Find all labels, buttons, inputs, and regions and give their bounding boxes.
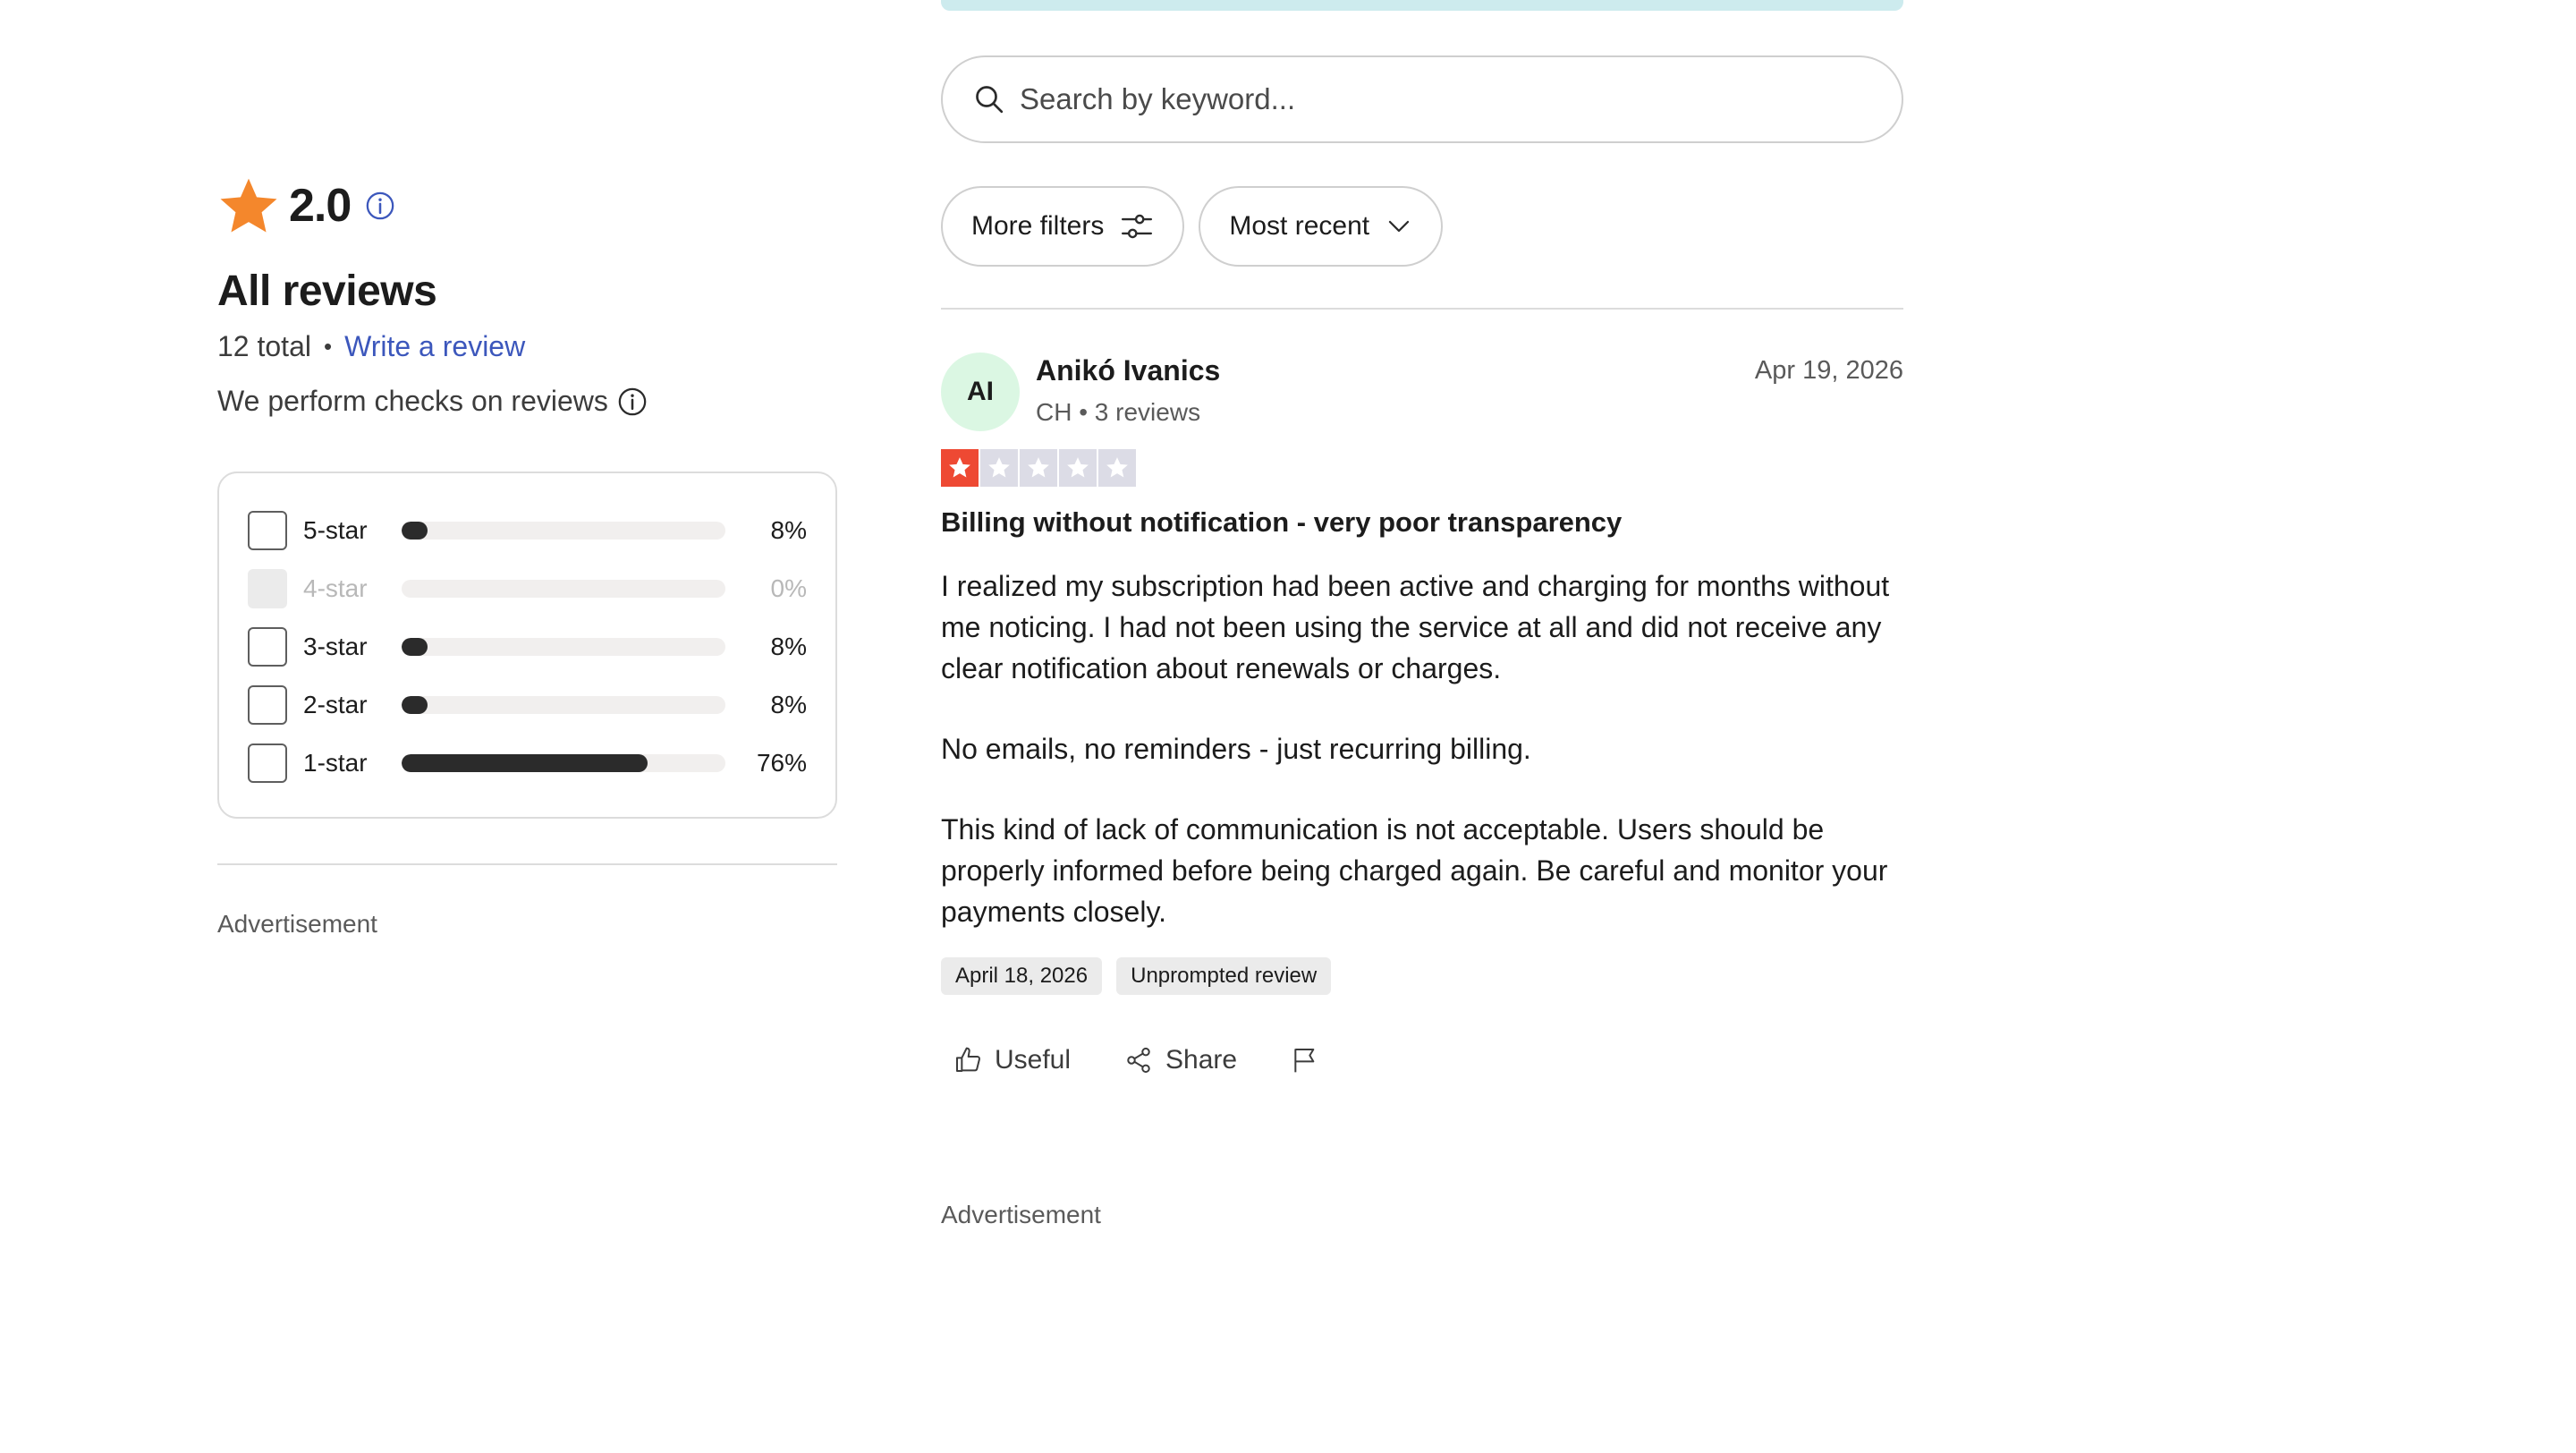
avatar[interactable]: AI [941, 353, 1020, 431]
unprompted-review-tag[interactable]: Unprompted review [1116, 957, 1332, 995]
overall-rating: 2.0 [217, 170, 839, 242]
sort-label: Most recent [1229, 211, 1370, 241]
star-box [941, 449, 979, 487]
divider [941, 308, 1903, 310]
share-label: Share [1165, 1045, 1238, 1075]
progress-bar [402, 696, 725, 714]
star-box [1098, 449, 1136, 487]
star-box [980, 449, 1018, 487]
rating-value: 2.0 [289, 180, 352, 232]
top-banner-strip [941, 0, 1903, 11]
review-title[interactable]: Billing without notification - very poor… [941, 506, 1903, 539]
review-tags: April 18, 2026 Unprompted review [941, 957, 1903, 995]
divider [217, 863, 837, 865]
reviews-list-panel: More filters Most recent AI [941, 55, 1903, 1229]
more-filters-label: More filters [971, 211, 1105, 241]
star-rating [941, 449, 1903, 487]
search-input[interactable] [1018, 81, 1826, 117]
review-date: Apr 19, 2026 [1754, 356, 1903, 385]
author-info: Anikó Ivanics CH • 3 reviews [1036, 353, 1220, 427]
search-bar[interactable] [941, 55, 1903, 143]
progress-fill [402, 522, 428, 540]
star-label: 1-star [303, 749, 368, 777]
progress-bar [402, 754, 725, 772]
star-icon [217, 174, 280, 237]
star-icon [949, 457, 970, 478]
page-title: All reviews [217, 268, 437, 315]
reviews-summary-panel: 2.0 All reviews 12 total • Write a revie… [217, 170, 839, 939]
star-icon [988, 457, 1010, 478]
review-actions: Useful Share [941, 1045, 1903, 1075]
write-review-link[interactable]: Write a review [344, 330, 525, 363]
star-box [1059, 449, 1097, 487]
percent-label: 8% [770, 691, 807, 718]
star-filter-3[interactable]: 3-star 8% [248, 625, 807, 668]
review-paragraph: No emails, no reminders - just recurring… [941, 733, 1531, 765]
percent-label: 8% [770, 633, 807, 660]
progress-fill [402, 638, 428, 656]
review-card: AI Anikó Ivanics CH • 3 reviews Apr 19, … [941, 353, 1903, 1075]
flag-icon [1291, 1046, 1319, 1075]
progress-fill [402, 696, 428, 714]
chevron-down-icon [1369, 213, 1412, 240]
progress-fill [402, 754, 648, 772]
checkbox[interactable] [248, 511, 287, 550]
checkbox[interactable] [248, 627, 287, 667]
useful-button[interactable]: Useful [941, 1045, 1071, 1075]
review-paragraph: This kind of lack of communication is no… [941, 813, 1888, 928]
checkbox [248, 569, 287, 608]
star-filter-5[interactable]: 5-star 8% [248, 509, 807, 552]
info-icon[interactable] [365, 191, 395, 221]
star-filter-1[interactable]: 1-star 76% [248, 742, 807, 785]
progress-bar [402, 522, 725, 540]
review-paragraph: I realized my subscription had been acti… [941, 570, 1890, 684]
review-header: AI Anikó Ivanics CH • 3 reviews Apr 19, … [941, 353, 1903, 431]
total-count: 12 total [217, 330, 311, 362]
percent-label: 0% [770, 574, 807, 602]
star-filter-2[interactable]: 2-star 8% [248, 684, 807, 726]
checks-text: We perform checks on reviews [217, 385, 608, 417]
star-distribution: 5-star 8% 4-star 0% 3-star 8% 2-star 8% [217, 472, 837, 819]
author-meta: CH • 3 reviews [1036, 398, 1201, 426]
sort-dropdown[interactable]: Most recent [1199, 186, 1444, 267]
star-box [1020, 449, 1057, 487]
star-icon [1067, 457, 1089, 478]
star-icon [1028, 457, 1049, 478]
review-body: I realized my subscription had been acti… [941, 565, 1903, 932]
share-button[interactable]: Share [1112, 1045, 1237, 1075]
progress-bar [402, 580, 725, 598]
separator-dot: • [323, 333, 333, 360]
percent-label: 76% [756, 749, 807, 777]
star-filter-4: 4-star 0% [248, 567, 807, 610]
star-label: 3-star [303, 633, 368, 660]
advertisement-label: Advertisement [217, 910, 377, 938]
percent-label: 8% [770, 516, 807, 544]
search-icon [973, 83, 1005, 115]
checkbox[interactable] [248, 685, 287, 725]
info-icon[interactable] [617, 387, 648, 417]
star-label: 4-star [303, 574, 368, 602]
progress-bar [402, 638, 725, 656]
total-row: 12 total • Write a review [217, 330, 839, 363]
share-icon [1124, 1046, 1153, 1075]
author-name[interactable]: Anikó Ivanics [1036, 354, 1220, 387]
useful-label: Useful [995, 1045, 1072, 1075]
filter-row: More filters Most recent [941, 186, 1903, 267]
advertisement-label: Advertisement [941, 1201, 1101, 1228]
star-label: 2-star [303, 691, 368, 718]
experience-date-tag: April 18, 2026 [941, 957, 1103, 995]
checks-row: We perform checks on reviews [217, 385, 839, 418]
star-label: 5-star [303, 516, 368, 544]
star-icon [1106, 457, 1128, 478]
report-button[interactable] [1278, 1046, 1319, 1075]
page: 2.0 All reviews 12 total • Write a revie… [0, 0, 2576, 1453]
sliders-icon [1104, 209, 1154, 243]
checkbox[interactable] [248, 743, 287, 783]
more-filters-button[interactable]: More filters [941, 186, 1185, 267]
thumbs-up-icon [953, 1046, 982, 1075]
